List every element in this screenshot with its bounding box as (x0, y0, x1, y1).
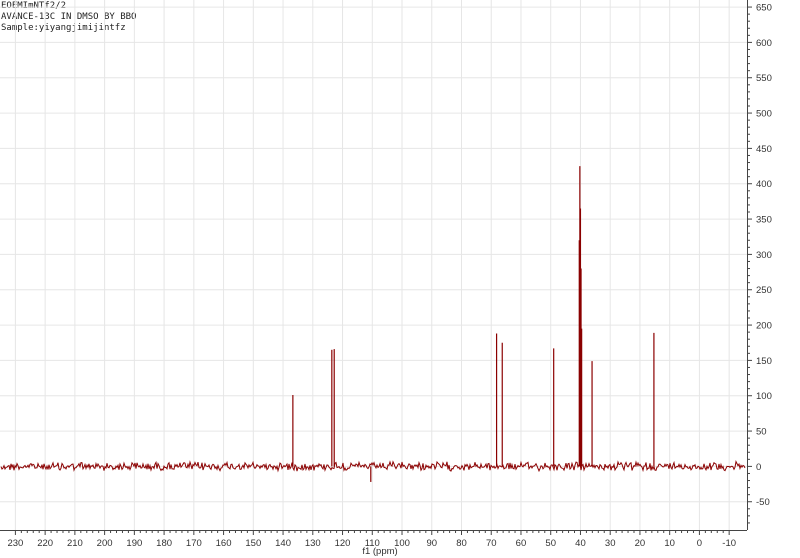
x-tick-label: 10 (664, 538, 675, 549)
x-tick-label: 120 (335, 538, 351, 549)
x-tick-label: 90 (426, 538, 437, 549)
x-tick-label: 70 (486, 538, 497, 549)
y-tick-label: 650 (756, 3, 772, 14)
x-tick-label: 50 (545, 538, 556, 549)
x-tick-label: 130 (305, 538, 321, 549)
y-tick-label: 550 (756, 73, 772, 84)
y-tick-label: 350 (756, 215, 772, 226)
y-tick-label: 400 (756, 179, 772, 190)
x-tick-label: -10 (722, 538, 736, 549)
x-tick-label: 200 (97, 538, 113, 549)
y-tick-label: 150 (756, 356, 772, 367)
y-tick-label: 50 (756, 427, 767, 438)
y-tick-label: 200 (756, 321, 772, 332)
x-tick-label: 0 (697, 538, 702, 549)
x-tick-label: 140 (275, 538, 291, 549)
y-tick-label: 100 (756, 391, 772, 402)
y-tick-label: 450 (756, 144, 772, 155)
y-tick-label: -50 (756, 497, 770, 508)
x-tick-label: 30 (605, 538, 616, 549)
grid-lines (0, 0, 747, 530)
x-tick-label: 190 (126, 538, 142, 549)
y-tick-label: 600 (756, 38, 772, 49)
y-tick-label: 250 (756, 285, 772, 296)
x-tick-label: 180 (156, 538, 172, 549)
nmr-spectrum-chart: 230 220 210 200 190 180 170 160 150 140 130 120 110 1… (0, 0, 772, 557)
x-tick-label: 160 (216, 538, 232, 549)
x-tick-label: 220 (37, 538, 53, 549)
peak-lines (292, 166, 655, 482)
x-tick-label: 80 (456, 538, 467, 549)
x-tick-label: 60 (516, 538, 527, 549)
x-axis-title: f1 (ppm) (362, 546, 397, 557)
x-tick-label: 170 (186, 538, 202, 549)
y-tick-label: 500 (756, 109, 772, 120)
x-tick-label: 230 (7, 538, 23, 549)
y-axis: 650600550500450400350300250200150100500-… (747, 0, 772, 530)
x-tick-label: 210 (67, 538, 83, 549)
x-tick-label: 150 (245, 538, 261, 549)
y-tick-label: 0 (756, 462, 761, 473)
x-tick-label: 20 (635, 538, 646, 549)
y-tick-label: 300 (756, 250, 772, 261)
x-tick-label: 40 (575, 538, 586, 549)
